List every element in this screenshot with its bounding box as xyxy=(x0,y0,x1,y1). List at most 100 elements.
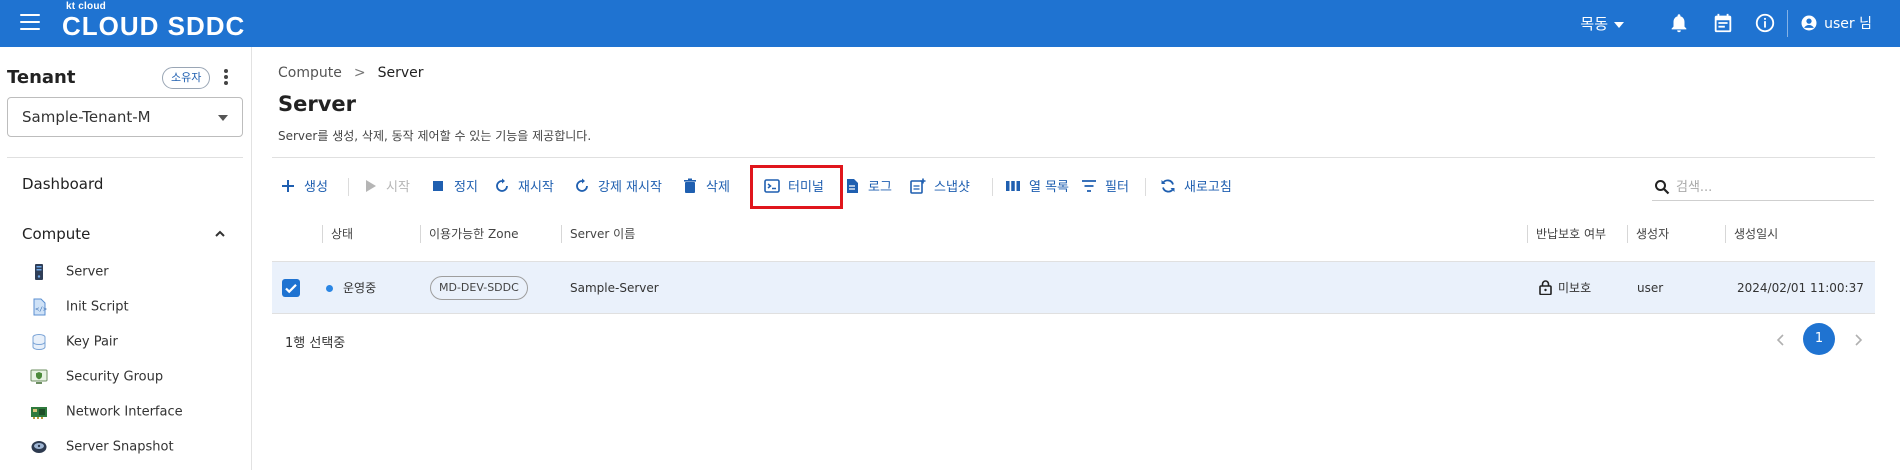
breadcrumb-current: Server xyxy=(377,65,424,81)
table-row[interactable]: 운영중 MD-DEV-SDDC Sample-Server 미보호 user 2… xyxy=(272,261,1875,314)
filter-button[interactable]: 필터 xyxy=(1081,176,1129,195)
selected-count: 1행 선택중 xyxy=(285,336,346,351)
sidebar-item-label: Server xyxy=(66,264,109,280)
logo-text: CLOUD SDDC xyxy=(62,11,246,41)
log-button[interactable]: 로그 xyxy=(844,176,892,195)
user-menu[interactable]: user 님 xyxy=(1800,13,1872,33)
column-header-created-at[interactable]: 생성일시 xyxy=(1725,225,1778,243)
toolbar-separator xyxy=(992,178,993,196)
stop-button[interactable]: 정지 xyxy=(430,176,478,195)
restart-icon xyxy=(496,178,508,192)
svg-text:</>: </> xyxy=(35,305,47,313)
info-icon[interactable] xyxy=(1754,12,1776,34)
sidebar-item-label: Network Interface xyxy=(66,404,183,420)
key-pair-icon xyxy=(30,333,48,351)
stop-icon xyxy=(433,181,443,191)
network-interface-icon xyxy=(30,403,48,421)
sidebar-item-key-pair[interactable]: Key Pair xyxy=(30,333,118,357)
refresh-icon xyxy=(1161,179,1175,193)
tenant-select[interactable]: Sample-Tenant-M xyxy=(7,97,243,137)
calendar-icon[interactable] xyxy=(1712,12,1734,34)
zone-chip: MD-DEV-SDDC xyxy=(430,276,528,300)
sidebar-item-server[interactable]: Server xyxy=(30,263,109,287)
search-input[interactable] xyxy=(1674,175,1869,199)
create-button[interactable]: 생성 xyxy=(280,176,328,195)
server-icon xyxy=(30,263,48,281)
terminal-highlight-box xyxy=(750,165,843,209)
filter-icon xyxy=(1082,180,1096,192)
search-icon xyxy=(1655,180,1670,195)
stop-label: 정지 xyxy=(454,180,478,195)
column-header-protection[interactable]: 반납보호 여부 xyxy=(1527,225,1606,243)
column-header-status[interactable]: 상태 xyxy=(322,225,353,243)
user-label: user 님 xyxy=(1824,16,1872,32)
restart-button[interactable]: 재시작 xyxy=(494,176,554,195)
server-name-cell[interactable]: Sample-Server xyxy=(570,279,659,297)
document-icon xyxy=(847,179,858,193)
sidebar-item-init-script[interactable]: </> Init Script xyxy=(30,298,129,322)
search-box xyxy=(1652,175,1874,201)
region-selector[interactable]: 목동 xyxy=(1580,13,1624,34)
refresh-button[interactable]: 새로고침 xyxy=(1160,176,1232,195)
sidebar-item-security-group[interactable]: Security Group xyxy=(30,368,163,392)
sidebar-item-label: Init Script xyxy=(66,299,129,315)
column-header-zone[interactable]: 이용가능한 Zone xyxy=(420,225,519,243)
start-button[interactable]: 시작 xyxy=(362,176,410,195)
sidebar-item-network-interface[interactable]: Network Interface xyxy=(30,403,183,427)
toolbar-separator xyxy=(348,178,349,196)
snapshot-icon xyxy=(30,438,48,456)
refresh-label: 새로고침 xyxy=(1184,180,1232,195)
create-label: 생성 xyxy=(304,180,328,195)
tenant-title: Tenant xyxy=(7,67,76,88)
column-header-creator[interactable]: 생성자 xyxy=(1627,225,1669,243)
breadcrumb: Compute > Server xyxy=(278,65,424,81)
security-group-icon xyxy=(30,368,48,386)
protection-cell: 미보호 xyxy=(1539,279,1591,297)
main-divider xyxy=(272,157,1875,158)
sidebar-divider xyxy=(7,157,243,158)
delete-button[interactable]: 삭제 xyxy=(682,176,730,195)
sidebar-item-label: Server Snapshot xyxy=(66,439,174,455)
chevron-left-icon[interactable] xyxy=(1773,331,1789,349)
start-label: 시작 xyxy=(386,180,410,195)
more-options-icon[interactable] xyxy=(222,68,230,86)
creator-cell: user xyxy=(1637,281,1664,295)
nav-dashboard[interactable]: Dashboard xyxy=(22,175,103,193)
filter-label: 필터 xyxy=(1105,180,1129,195)
delete-label: 삭제 xyxy=(706,180,730,195)
caret-down-icon xyxy=(1614,21,1624,28)
snapshot-label: 스냅샷 xyxy=(934,180,970,195)
sidebar-item-label: Security Group xyxy=(66,369,164,385)
owner-badge: 소유자 xyxy=(162,67,211,89)
nav-compute[interactable]: Compute xyxy=(22,225,90,243)
lock-icon xyxy=(1539,280,1552,296)
logo[interactable]: kt cloud CLOUD SDDC xyxy=(62,2,246,41)
force-restart-button[interactable]: 강제 재시작 xyxy=(574,176,662,195)
header-divider xyxy=(1787,10,1788,37)
chevron-right-icon[interactable] xyxy=(1850,331,1866,349)
toolbar: 생성 시작 정지 재시작 강제 재시작 삭제 터미널 로그 스냅샷 열 목록 필… xyxy=(272,170,1872,204)
page-button[interactable]: 1 xyxy=(1803,323,1835,355)
column-header-server-name[interactable]: Server 이름 xyxy=(561,225,635,243)
breadcrumb-separator: > xyxy=(353,65,366,81)
account-icon xyxy=(1801,15,1817,31)
menu-icon[interactable] xyxy=(20,14,40,30)
row-checkbox[interactable] xyxy=(282,279,300,297)
page-description: Server를 생성, 삭제, 동작 제어할 수 있는 기능을 제공합니다. xyxy=(278,129,592,143)
log-label: 로그 xyxy=(868,180,892,195)
force-restart-icon xyxy=(576,178,588,192)
status-text: 운영중 xyxy=(343,281,377,295)
sidebar-item-server-snapshot[interactable]: Server Snapshot xyxy=(30,438,174,462)
columns-icon xyxy=(1006,181,1020,191)
breadcrumb-parent[interactable]: Compute xyxy=(278,65,342,81)
columns-button[interactable]: 열 목록 xyxy=(1005,176,1069,195)
bell-icon[interactable] xyxy=(1668,12,1690,34)
snapshot-button[interactable]: 스냅샷 xyxy=(910,176,970,195)
restart-label: 재시작 xyxy=(518,180,554,195)
add-snapshot-icon xyxy=(910,178,926,194)
tenant-select-value: Sample-Tenant-M xyxy=(22,108,151,126)
region-label: 목동 xyxy=(1580,15,1608,33)
chevron-up-icon[interactable] xyxy=(214,228,226,240)
top-header: kt cloud CLOUD SDDC 목동 user 님 xyxy=(0,0,1900,47)
toolbar-separator xyxy=(1145,178,1146,196)
